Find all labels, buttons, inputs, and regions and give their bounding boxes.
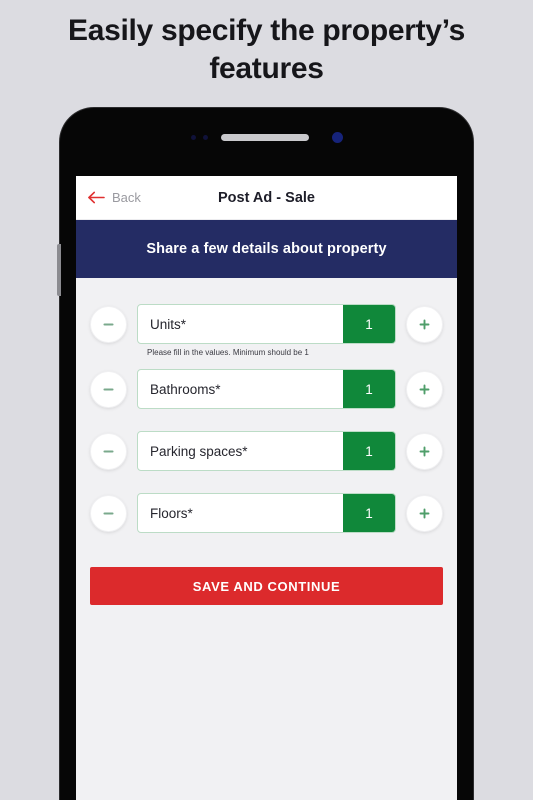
minus-icon bbox=[103, 449, 114, 453]
speaker-grille-icon bbox=[220, 133, 309, 141]
units-field-label: Units* bbox=[150, 316, 187, 332]
minus-icon bbox=[103, 511, 114, 515]
units-helper-text: Please fill in the values. Minimum shoul… bbox=[147, 348, 309, 357]
bathrooms-field[interactable]: Bathrooms* 1 bbox=[137, 369, 396, 409]
increment-floors-button[interactable] bbox=[406, 494, 443, 532]
stepper-block-bathrooms: Bathrooms* 1 bbox=[90, 369, 443, 409]
minus-icon bbox=[103, 322, 114, 326]
floors-field-label: Floors* bbox=[150, 505, 193, 521]
light-sensor-icon bbox=[202, 134, 208, 140]
stepper-row: Floors* 1 bbox=[90, 493, 443, 533]
stepper-block-parking-spaces: Parking spaces* 1 bbox=[90, 431, 443, 471]
increment-units-button[interactable] bbox=[406, 305, 443, 343]
stepper-row: Bathrooms* 1 bbox=[90, 369, 443, 409]
minus-icon bbox=[103, 387, 114, 391]
decrement-floors-button[interactable] bbox=[90, 494, 127, 532]
parking-spaces-field[interactable]: Parking spaces* 1 bbox=[137, 431, 396, 471]
parking-spaces-field-label: Parking spaces* bbox=[150, 443, 248, 459]
phone-screen: Back Post Ad - Sale Share a few details … bbox=[76, 176, 457, 800]
decrement-bathrooms-button[interactable] bbox=[90, 370, 127, 408]
arrow-left-icon bbox=[88, 191, 105, 204]
front-camera-icon bbox=[331, 131, 343, 143]
back-button[interactable]: Back bbox=[76, 190, 141, 205]
section-banner: Share a few details about property bbox=[76, 220, 457, 278]
stepper-row: Parking spaces* 1 bbox=[90, 431, 443, 471]
property-features-form: Units* 1 Please fill in the values. Mini… bbox=[76, 278, 457, 533]
back-button-label: Back bbox=[112, 190, 141, 205]
proximity-sensor-icon bbox=[190, 134, 196, 140]
floors-value: 1 bbox=[343, 494, 395, 532]
stepper-block-units: Units* 1 Please fill in the values. Mini… bbox=[90, 304, 443, 357]
phone-top-bezel bbox=[60, 124, 473, 150]
promo-headline: Easily specify the property’s features bbox=[67, 14, 466, 86]
bathrooms-field-label: Bathrooms* bbox=[150, 381, 221, 397]
plus-icon bbox=[419, 508, 430, 518]
plus-icon bbox=[419, 384, 430, 394]
decrement-parking-spaces-button[interactable] bbox=[90, 432, 127, 470]
bathrooms-value: 1 bbox=[343, 370, 395, 408]
plus-icon bbox=[419, 446, 430, 456]
cta-container: SAVE AND CONTINUE bbox=[76, 555, 457, 605]
parking-spaces-value: 1 bbox=[343, 432, 395, 470]
floors-field[interactable]: Floors* 1 bbox=[137, 493, 396, 533]
stepper-row: Units* 1 bbox=[90, 304, 443, 344]
units-field[interactable]: Units* 1 bbox=[137, 304, 396, 344]
save-and-continue-button[interactable]: SAVE AND CONTINUE bbox=[90, 567, 443, 605]
phone-frame: Back Post Ad - Sale Share a few details … bbox=[57, 108, 473, 800]
stepper-block-floors: Floors* 1 bbox=[90, 493, 443, 533]
increment-bathrooms-button[interactable] bbox=[406, 370, 443, 408]
units-value: 1 bbox=[343, 305, 395, 343]
plus-icon bbox=[419, 319, 430, 329]
volume-button[interactable] bbox=[57, 244, 61, 296]
decrement-units-button[interactable] bbox=[90, 305, 127, 343]
increment-parking-spaces-button[interactable] bbox=[406, 432, 443, 470]
app-navbar: Back Post Ad - Sale bbox=[76, 176, 457, 220]
